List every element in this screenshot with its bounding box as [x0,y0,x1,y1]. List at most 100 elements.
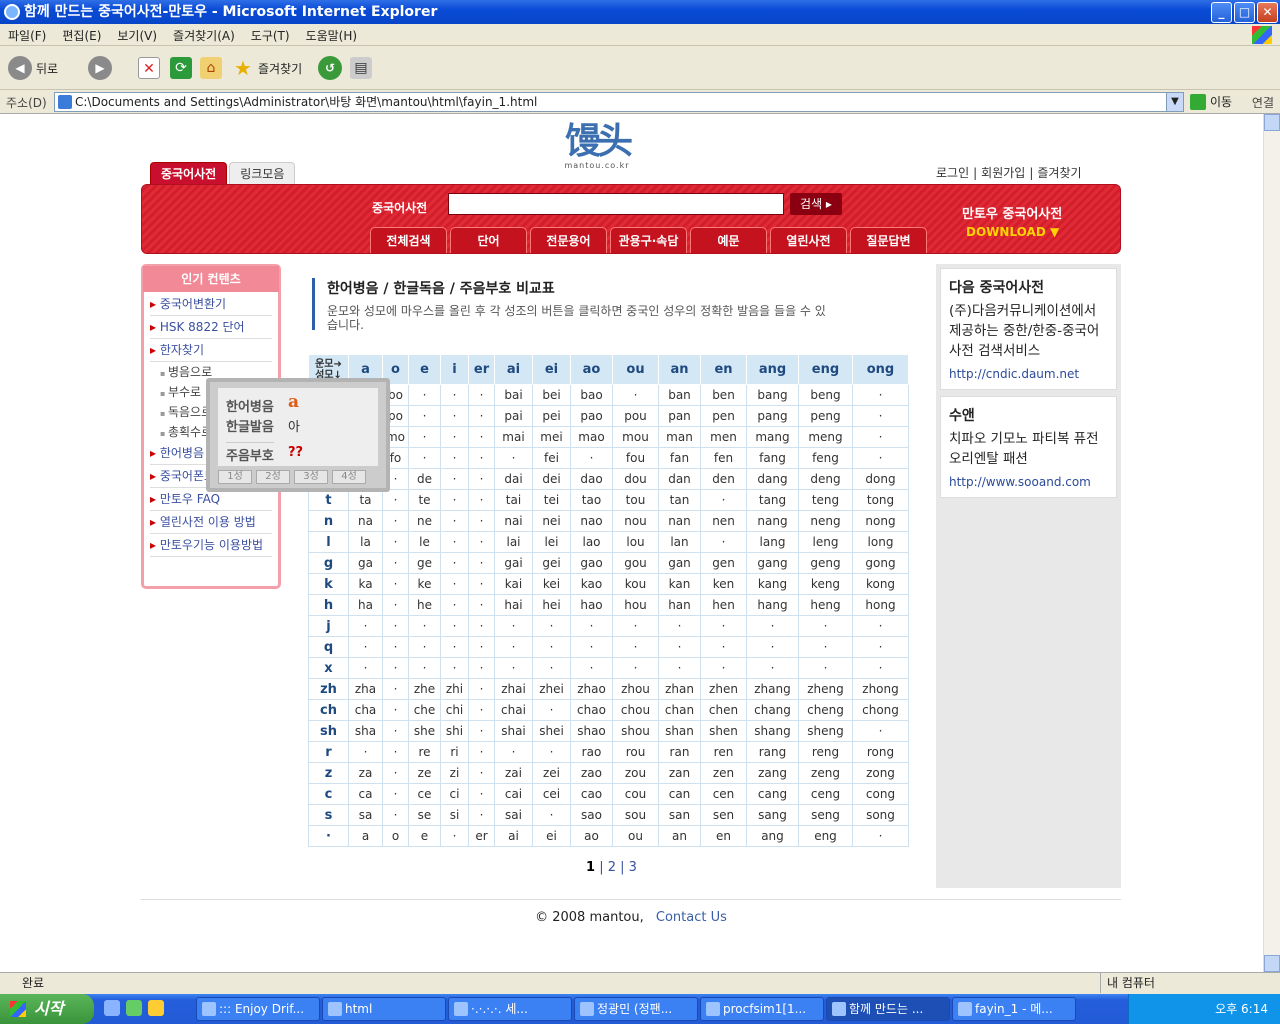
syllable-cell[interactable]: kan [658,573,701,595]
syllable-cell[interactable]: · [570,447,613,469]
syllable-cell[interactable]: · [700,657,747,679]
tone-1-button[interactable]: 1성 [218,470,252,484]
syllable-cell[interactable]: sai [494,804,533,826]
taskbar-button[interactable]: fayin_1 - 메... [952,997,1076,1021]
syllable-cell[interactable]: tan [658,489,701,511]
initial-cell[interactable]: q [308,636,349,658]
syllable-cell[interactable]: · [382,552,409,574]
taskbar-button[interactable]: ·.·.·.·. 세... [448,997,572,1021]
ad-sooand[interactable]: 수앤 치파오 기모노 파티복 퓨전 오리엔탈 패션 http://www.soo… [940,396,1117,498]
contact-link[interactable]: Contact Us [656,910,727,925]
syllable-cell[interactable]: · [658,615,701,637]
menu-view[interactable]: 보기(V) [109,24,165,47]
syllable-cell[interactable]: o [382,825,409,847]
syllable-cell[interactable]: shai [494,720,533,742]
taskbar-button[interactable]: ::: Enjoy Drif... [196,997,320,1021]
syllable-cell[interactable]: · [348,636,383,658]
syllable-cell[interactable]: zha [348,678,383,700]
syllable-cell[interactable]: · [532,615,571,637]
syllable-cell[interactable]: zang [746,762,799,784]
initial-cell[interactable]: h [308,594,349,616]
back-button[interactable]: ◀ 뒤로 [8,54,58,82]
syllable-cell[interactable]: hai [494,594,533,616]
syllable-cell[interactable]: chi [440,699,469,721]
syllable-cell[interactable]: ren [700,741,747,763]
syllable-cell[interactable]: fou [612,447,659,469]
syllable-cell[interactable]: bang [746,384,799,406]
app-quicklaunch-icon[interactable] [148,1000,164,1016]
syllable-cell[interactable]: sheng [798,720,853,742]
syllable-cell[interactable]: ban [658,384,701,406]
syllable-cell[interactable]: shan [658,720,701,742]
initial-cell[interactable]: t [308,489,349,511]
syllable-cell[interactable]: shou [612,720,659,742]
syllable-cell[interactable]: beng [798,384,853,406]
syllable-cell[interactable]: · [382,804,409,826]
syllable-cell[interactable]: mao [570,426,613,448]
site-logo[interactable]: 馒头 mantou.co.kr [556,122,638,172]
syllable-cell[interactable]: ta [348,489,383,511]
final-header[interactable]: ai [494,354,533,385]
syllable-cell[interactable]: ce [408,783,441,805]
final-header[interactable]: an [658,354,701,385]
syllable-cell[interactable]: e [408,825,441,847]
syllable-cell[interactable]: ca [348,783,383,805]
syllable-cell[interactable]: en [700,825,747,847]
syllable-cell[interactable]: · [700,489,747,511]
ie-quicklaunch-icon[interactable] [104,1000,120,1016]
initial-cell[interactable]: c [308,783,349,805]
syllable-cell[interactable]: · [468,447,495,469]
syllable-cell[interactable]: · [532,657,571,679]
initial-cell[interactable]: g [308,552,349,574]
syllable-cell[interactable]: · [494,636,533,658]
initial-cell[interactable]: k [308,573,349,595]
syllable-cell[interactable]: · [440,594,469,616]
syllable-cell[interactable]: · [612,384,659,406]
search-button[interactable]: 검색 ▸ [790,193,842,215]
syllable-cell[interactable]: sen [700,804,747,826]
syllable-cell[interactable]: re [408,741,441,763]
syllable-cell[interactable]: a [348,825,383,847]
menu-help[interactable]: 도움말(H) [298,24,366,47]
syllable-cell[interactable]: sa [348,804,383,826]
syllable-cell[interactable]: zhai [494,678,533,700]
syllable-cell[interactable]: · [852,405,909,427]
syllable-cell[interactable]: · [382,657,409,679]
syllable-cell[interactable]: shao [570,720,613,742]
syllable-cell[interactable]: kao [570,573,613,595]
syllable-cell[interactable]: · [408,636,441,658]
syllable-cell[interactable]: pei [532,405,571,427]
taskbar-button[interactable]: 정광민 (정팬... [574,997,698,1021]
search-input[interactable] [448,193,784,215]
syllable-cell[interactable]: hong [852,594,909,616]
page-1[interactable]: 1 [586,860,595,875]
desktop-quicklaunch-icon[interactable] [126,1000,142,1016]
syllable-cell[interactable]: chan [658,699,701,721]
syllable-cell[interactable]: · [468,594,495,616]
syllable-cell[interactable]: ke [408,573,441,595]
syllable-cell[interactable]: pai [494,405,533,427]
final-header[interactable]: i [440,354,469,385]
syllable-cell[interactable]: · [440,468,469,490]
syllable-cell[interactable]: zhan [658,678,701,700]
syllable-cell[interactable]: man [658,426,701,448]
category-tab-1[interactable]: 단어 [450,227,527,253]
syllable-cell[interactable]: zhi [440,678,469,700]
scroll-down-button[interactable] [1264,955,1280,972]
syllable-cell[interactable]: nong [852,510,909,532]
syllable-cell[interactable]: cai [494,783,533,805]
syllable-cell[interactable]: · [468,783,495,805]
syllable-cell[interactable]: · [440,384,469,406]
syllable-cell[interactable]: · [382,783,409,805]
syllable-cell[interactable]: song [852,804,909,826]
syllable-cell[interactable]: rou [612,741,659,763]
syllable-cell[interactable]: ou [612,825,659,847]
syllable-cell[interactable]: kang [746,573,799,595]
syllable-cell[interactable]: bao [570,384,613,406]
syllable-cell[interactable]: nou [612,510,659,532]
syllable-cell[interactable]: · [852,825,909,847]
syllable-cell[interactable]: dang [746,468,799,490]
syllable-cell[interactable]: sao [570,804,613,826]
syllable-cell[interactable]: · [468,804,495,826]
syllable-cell[interactable]: zhao [570,678,613,700]
